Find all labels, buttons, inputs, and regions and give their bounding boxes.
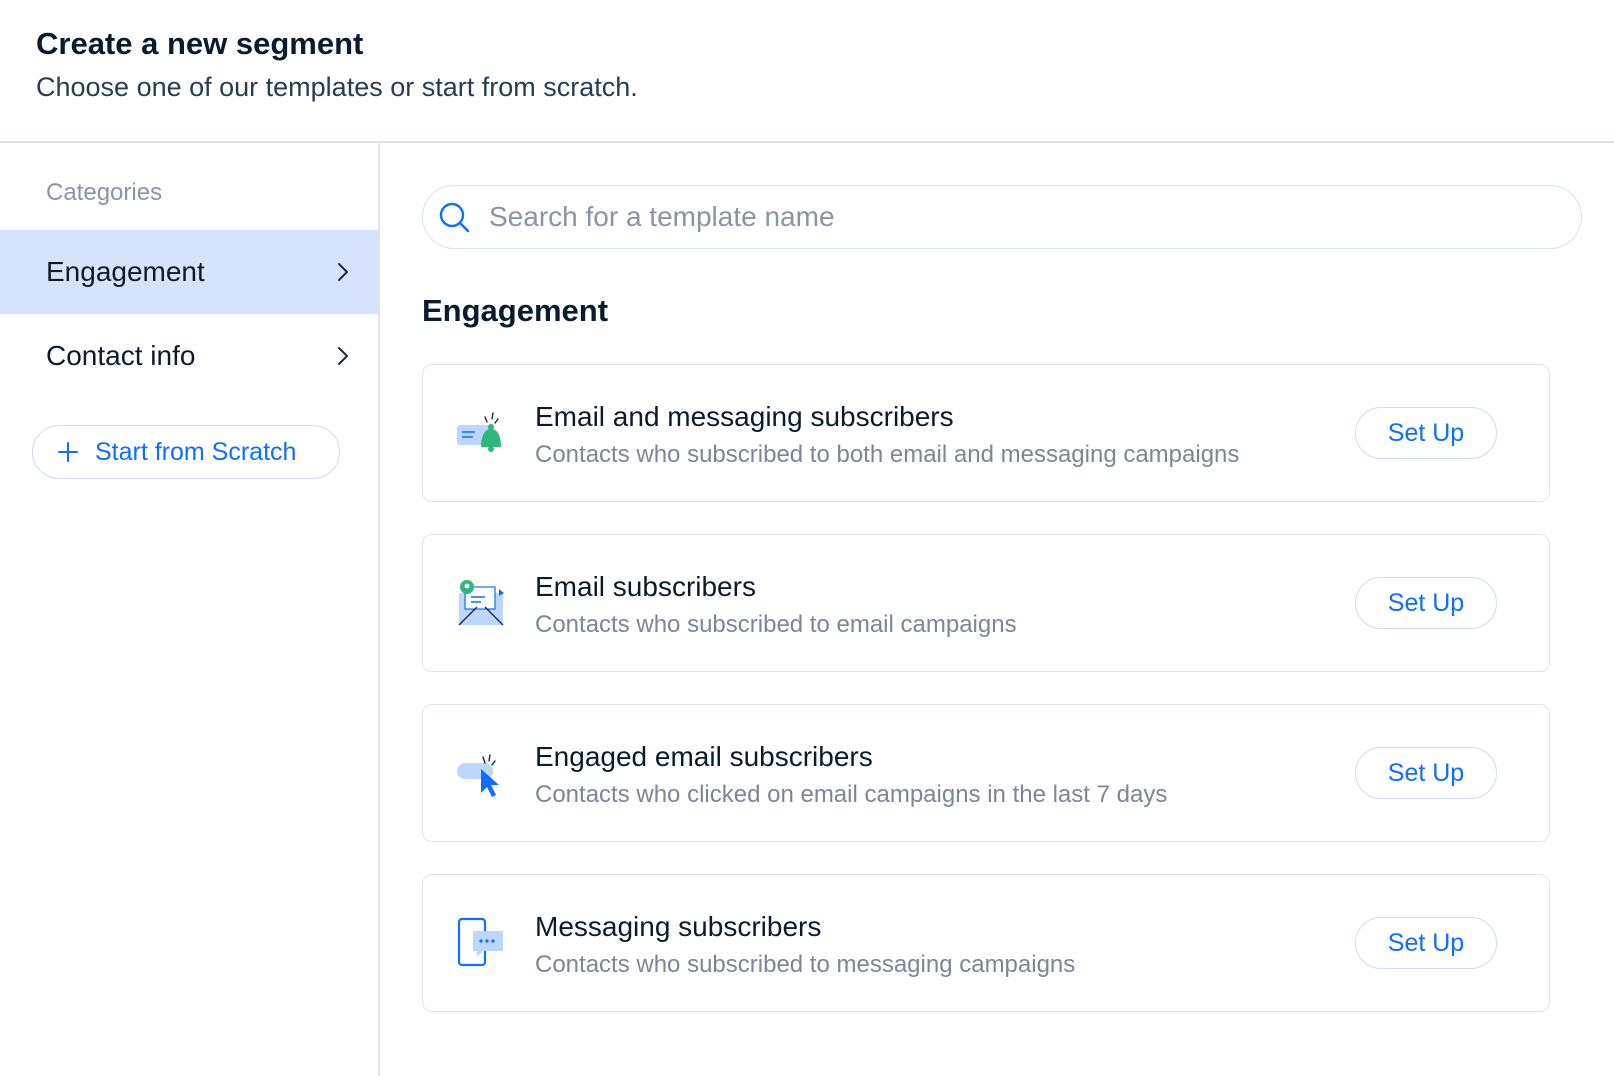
sidebar-item-label: Engagement <box>46 256 205 287</box>
section-title: Engagement <box>422 293 609 328</box>
template-description: Contacts who subscribed to email campaig… <box>535 611 1017 638</box>
set-up-button[interactable]: Set Up <box>1355 747 1497 799</box>
bell-email-icon <box>457 412 501 452</box>
categories-caption: Categories <box>46 179 163 206</box>
start-from-scratch-label: Start from Scratch <box>95 437 297 466</box>
page-title: Create a new segment <box>36 26 364 61</box>
sidebar-item-contact-info[interactable]: Contact info <box>0 314 378 398</box>
sidebar-item-label: Contact info <box>46 340 196 371</box>
template-description: Contacts who subscribed to both email an… <box>535 441 1240 468</box>
template-title: Email subscribers <box>535 571 756 602</box>
search-icon <box>439 202 470 233</box>
plus-icon <box>58 442 78 462</box>
templates-panel: Engagement Email and messaging subscribe… <box>380 143 1614 1076</box>
start-from-scratch-button[interactable]: Start from Scratch <box>32 425 340 479</box>
page-subtitle: Choose one of our templates or start fro… <box>36 72 638 102</box>
template-card-messaging-subscribers: Messaging subscribers Contacts who subsc… <box>422 874 1550 1012</box>
chevron-right-icon <box>338 263 348 281</box>
search-bar[interactable] <box>422 185 1582 249</box>
categories-sidebar: Categories Engagement Contact info Start… <box>0 143 380 1076</box>
template-title: Messaging subscribers <box>535 911 822 942</box>
chevron-right-icon <box>338 347 348 365</box>
sidebar-item-engagement[interactable]: Engagement <box>0 230 378 314</box>
set-up-button[interactable]: Set Up <box>1355 917 1497 969</box>
template-title: Email and messaging subscribers <box>535 401 954 432</box>
cursor-click-icon <box>457 754 499 797</box>
template-card-email-and-messaging: Email and messaging subscribers Contacts… <box>422 364 1550 502</box>
phone-chat-icon <box>457 917 503 967</box>
template-description: Contacts who subscribed to messaging cam… <box>535 951 1076 978</box>
template-description: Contacts who clicked on email campaigns … <box>535 781 1168 808</box>
template-card-email-subscribers: Email subscribers Contacts who subscribe… <box>422 534 1550 672</box>
template-card-engaged-email: Engaged email subscribers Contacts who c… <box>422 704 1550 842</box>
envelope-icon <box>458 580 504 626</box>
search-input[interactable] <box>487 200 1387 234</box>
set-up-button[interactable]: Set Up <box>1355 407 1497 459</box>
set-up-button[interactable]: Set Up <box>1355 577 1497 629</box>
page-header: Create a new segment Choose one of our t… <box>0 0 1614 143</box>
template-title: Engaged email subscribers <box>535 741 873 772</box>
